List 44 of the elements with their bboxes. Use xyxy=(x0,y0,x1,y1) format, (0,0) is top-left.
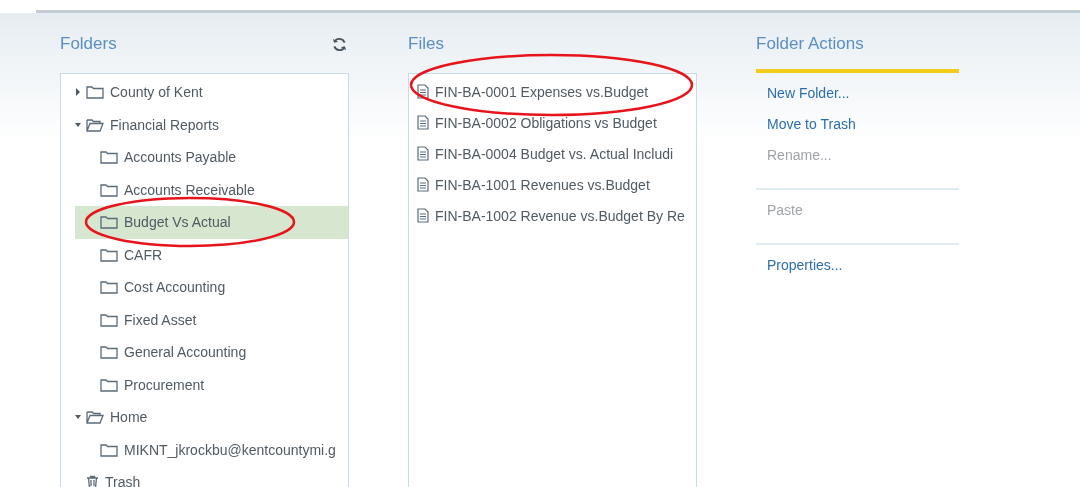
document-icon xyxy=(417,177,429,192)
folder-icon xyxy=(100,377,118,392)
tree-item[interactable]: Cost Accounting xyxy=(75,271,348,304)
panel-title: Folder Actions xyxy=(756,34,864,54)
tree-item[interactable]: Accounts Receivable xyxy=(75,173,348,206)
action-link[interactable]: Properties... xyxy=(767,250,959,281)
refresh-icon[interactable] xyxy=(332,36,347,52)
tree-item[interactable]: Procurement xyxy=(75,368,348,401)
folder-icon xyxy=(100,150,118,165)
open-folder-icon xyxy=(86,117,104,132)
document-icon xyxy=(417,208,429,223)
folder-icon xyxy=(100,215,118,230)
file-item[interactable]: FIN-BA-0004 Budget vs. Actual Includi xyxy=(409,138,696,169)
action-link[interactable]: Move to Trash xyxy=(767,109,959,140)
panel-title: Files xyxy=(408,34,444,54)
trash-icon xyxy=(86,475,99,487)
tree-item[interactable]: Fixed Asset xyxy=(75,303,348,336)
folder-icon xyxy=(100,345,118,360)
tree-item[interactable]: Accounts Payable xyxy=(75,141,348,174)
file-item[interactable]: FIN-BA-1002 Revenue vs.Budget By Re xyxy=(409,200,696,231)
document-icon xyxy=(417,84,429,99)
tree-item[interactable]: CAFR xyxy=(75,238,348,271)
caret-icon[interactable] xyxy=(75,88,81,97)
document-icon xyxy=(417,115,429,130)
action-link[interactable]: New Folder... xyxy=(767,78,959,109)
tree-item[interactable]: Home xyxy=(75,401,348,434)
tree-item[interactable]: Trash xyxy=(75,466,348,487)
folder-icon xyxy=(100,247,118,262)
folder-icon xyxy=(100,312,118,327)
file-item[interactable]: FIN-BA-0002 Obligations vs Budget xyxy=(409,107,696,138)
tree-item[interactable]: Financial Reports xyxy=(75,108,348,141)
caret-icon[interactable] xyxy=(75,120,81,129)
tree-item[interactable]: County of Kent xyxy=(75,76,348,109)
panel-title: Folders xyxy=(60,34,117,54)
folder-icon xyxy=(100,182,118,197)
tree-item[interactable]: Budget Vs Actual xyxy=(75,206,348,239)
folder-icon xyxy=(86,85,104,100)
document-icon xyxy=(417,146,429,161)
file-item[interactable]: FIN-BA-1001 Revenues vs.Budget xyxy=(409,169,696,200)
folder-icon xyxy=(100,280,118,295)
tree-item[interactable]: MIKNT_jkrockbu@kentcountymi.g xyxy=(75,433,348,466)
tree-item[interactable]: General Accounting xyxy=(75,336,348,369)
folder-icon xyxy=(100,442,118,457)
open-folder-icon xyxy=(86,410,104,425)
